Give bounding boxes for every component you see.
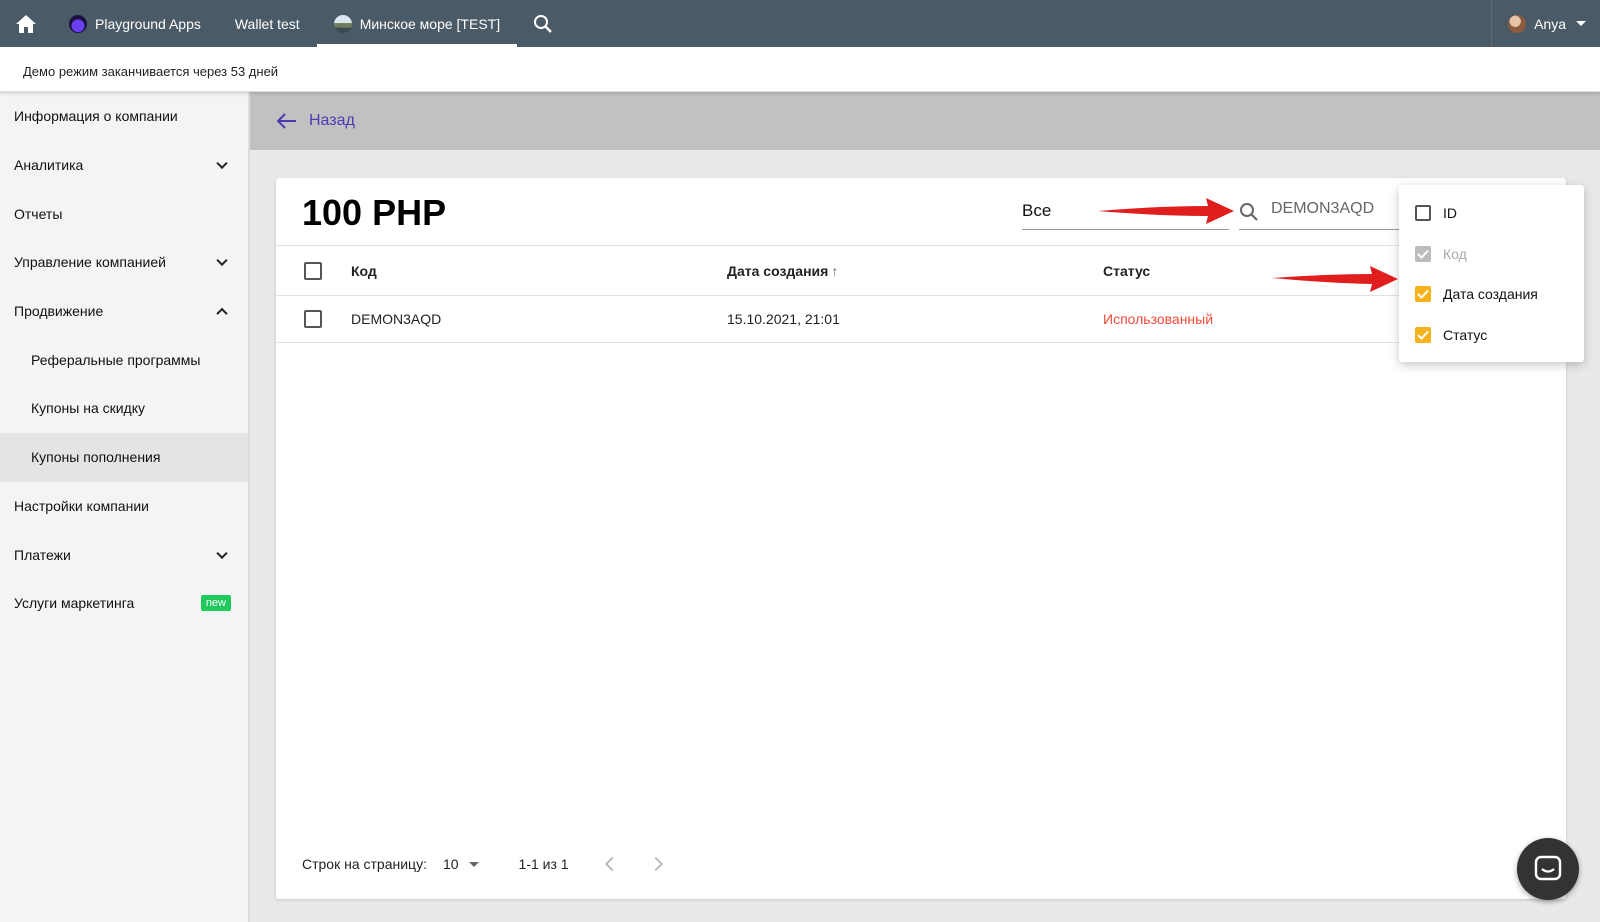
annotation-arrow-search (1098, 198, 1234, 224)
tab-playground-apps[interactable]: Playground Apps (52, 0, 218, 47)
card-header: 100 PHP Все (276, 178, 1566, 246)
chevron-down-icon (216, 255, 228, 267)
column-option-status[interactable]: Статус (1399, 315, 1584, 356)
pagination: Строк на страницу: 10 1-1 из 1 (302, 849, 663, 879)
sidebar-item-company-settings[interactable]: Настройки компании (0, 482, 248, 531)
main-content: Назад 100 PHP Все Код Дата создания↑ Ста… (250, 92, 1600, 922)
column-header-code[interactable]: Код (351, 263, 377, 279)
sidebar: Информация о компании Аналитика Отчеты У… (0, 92, 250, 922)
user-menu[interactable]: Anya (1491, 0, 1600, 47)
cell-status: Использованный (1103, 311, 1214, 327)
page-range: 1-1 из 1 (518, 856, 569, 872)
new-badge: new (200, 595, 231, 612)
sidebar-item-referral-programs[interactable]: Реферальные программы (0, 335, 248, 384)
check-icon (1417, 290, 1429, 300)
tab-label: Wallet test (234, 15, 300, 32)
sidebar-item-analytics[interactable]: Аналитика (0, 141, 248, 190)
sort-arrow-up-icon: ↑ (831, 262, 839, 279)
column-option-id[interactable]: ID (1399, 193, 1584, 234)
chat-icon (1534, 855, 1562, 881)
chevron-down-icon (216, 157, 228, 170)
tab-label: Playground Apps (95, 15, 201, 32)
tab-label: Минское море [TEST] (359, 15, 501, 32)
dropdown-arrow-icon (468, 861, 479, 867)
row-checkbox[interactable] (304, 310, 322, 328)
sidebar-item-promotion[interactable]: Продвижение (0, 287, 248, 336)
sidebar-item-reports[interactable]: Отчеты (0, 189, 248, 238)
sidebar-item-company-info[interactable]: Информация о компании (0, 92, 248, 141)
column-visibility-menu: ID Код Дата создания Статус (1399, 185, 1584, 362)
chevron-up-icon (216, 307, 228, 320)
back-bar: Назад (250, 92, 1600, 150)
home-icon (16, 14, 36, 33)
checkbox-checked-disabled (1415, 245, 1431, 262)
search-input[interactable] (1271, 198, 1391, 218)
search-button[interactable] (517, 0, 569, 47)
sidebar-item-discount-coupons[interactable]: Купоны на скидку (0, 384, 248, 433)
tab-wallet-test[interactable]: Wallet test (218, 0, 317, 47)
cell-code: DEMON3AQD (351, 311, 442, 327)
annotation-arrow-columns (1272, 266, 1398, 292)
checkbox-checked[interactable] (1415, 326, 1431, 343)
sidebar-item-company-management[interactable]: Управление компанией (0, 238, 248, 287)
chat-launcher-button[interactable] (1517, 838, 1579, 900)
caret-down-icon (1576, 21, 1586, 26)
cell-created: 15.10.2021, 21:01 (727, 311, 840, 327)
prev-page-button[interactable] (604, 856, 619, 872)
arrow-left-icon[interactable] (277, 113, 297, 129)
table-row[interactable]: DEMON3AQD 15.10.2021, 21:01 Использованн… (276, 296, 1566, 343)
demo-banner: Демо режим заканчивается через 53 дней (0, 47, 1600, 92)
rows-per-page-select[interactable]: 10 (443, 856, 479, 872)
column-header-status[interactable]: Статус (1103, 263, 1150, 279)
coupons-table: Код Дата создания ↑ Статус DEMON3AQD 15.1… (276, 246, 1566, 343)
user-name: Anya (1534, 15, 1566, 32)
page-title: 100 PHP (302, 192, 447, 233)
back-link[interactable]: Назад (309, 112, 355, 130)
checkbox-unchecked[interactable] (1415, 205, 1431, 222)
check-icon (1417, 330, 1429, 340)
checkbox-checked[interactable] (1415, 286, 1431, 303)
column-header-created[interactable]: Дата создания ↑ (727, 263, 838, 279)
select-all-checkbox[interactable] (304, 261, 322, 280)
rows-per-page-label: Строк на страницу: (302, 856, 427, 872)
top-bar: Playground Apps Wallet test Минское море… (0, 0, 1600, 47)
sidebar-item-payments[interactable]: Платежи (0, 530, 248, 579)
home-button[interactable] (0, 0, 52, 47)
chevron-down-icon (216, 547, 228, 559)
avatar (1508, 14, 1527, 33)
search-icon (534, 14, 552, 33)
column-option-code: Код (1399, 234, 1584, 275)
search-field[interactable] (1239, 198, 1399, 230)
column-option-created[interactable]: Дата создания (1399, 274, 1584, 315)
sidebar-item-topup-coupons[interactable]: Купоны пополнения (0, 432, 248, 482)
sidebar-item-marketing-services[interactable]: Услуги маркетинга new (0, 579, 248, 628)
check-icon (1417, 249, 1429, 259)
playground-logo-icon (69, 14, 87, 33)
search-icon (1240, 203, 1258, 221)
next-page-button[interactable] (648, 856, 663, 872)
minskoe-more-logo-icon (333, 14, 352, 33)
tab-minskoe-more[interactable]: Минское море [TEST] (316, 0, 518, 47)
